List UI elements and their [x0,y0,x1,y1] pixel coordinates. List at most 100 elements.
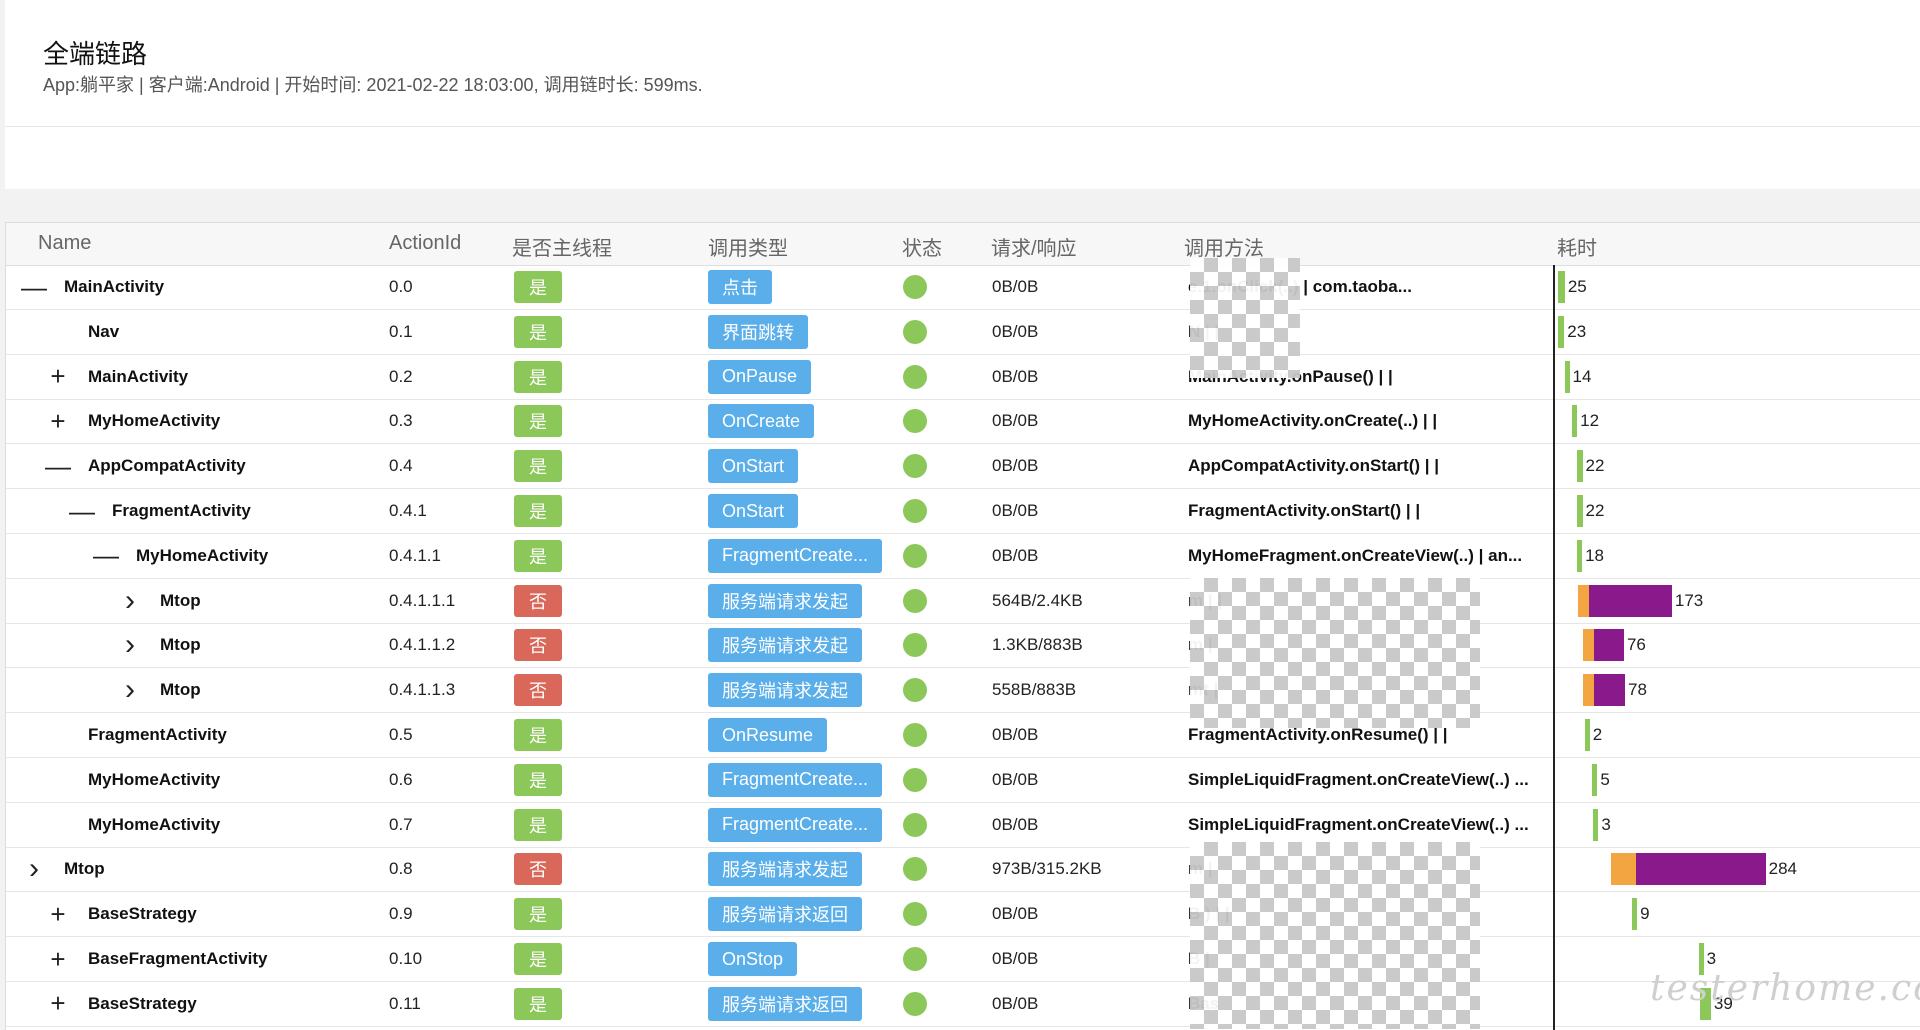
expand-icon[interactable]: + [44,399,72,443]
req-resp-size: 0B/0B [992,725,1039,744]
status-ok-icon [903,857,927,882]
action-id: 0.11 [389,993,421,1013]
expand-icon[interactable]: + [44,982,72,1026]
table-row[interactable]: — MyHomeActivity 0.4.1.1 是 FragmentCreate...… [6,534,1920,579]
duration-bar[interactable] [1584,719,1590,751]
table-row[interactable]: ›Mtop0.8否服务端请求发起973B/315.2KBm |284 [6,847,1920,893]
chevron-right-icon[interactable]: › [116,579,144,623]
expand-icon[interactable]: + [44,937,72,981]
table-row[interactable]: — FragmentActivity 0.4.1 是 OnStart 0B/0B Fragm… [6,489,1920,534]
duration-bar-send[interactable] [1610,853,1636,886]
column-header-req-resp[interactable]: 请求/响应 [991,232,1077,261]
column-header-call-type[interactable]: 调用类型 [708,232,788,261]
call-type-badge: OnStart [708,449,799,484]
call-type-badge: 界面跳转 [708,314,808,349]
duration-label: 284 [1768,859,1798,879]
action-id: 0.10 [389,949,423,968]
duration-label: 78 [1628,680,1647,700]
row-name: MyHomeActivity [88,769,221,789]
table-row[interactable]: + MyHomeActivity 0.3 是 OnCreate 0B/0B MyHomeAc… [6,399,1920,445]
duration-bar[interactable] [1558,315,1565,348]
duration-bar-send[interactable] [1582,674,1594,707]
main-thread-badge: 是 [514,808,562,841]
name-cell: — FragmentActivity [6,489,386,533]
name-cell: + MyHomeActivity [6,399,386,443]
table-row[interactable]: MyHomeActivity 0.7 是 FragmentCreate... 0B/0B… [6,803,1920,848]
duration-bar[interactable] [1572,405,1578,438]
row-name: MyHomeActivity [136,545,269,565]
duration-bar[interactable] [1558,271,1565,303]
row-name: FragmentActivity [112,501,251,520]
method-name: FragmentActivity.onStart() | | [1188,501,1421,520]
row-name: FragmentActivity [88,725,227,744]
chevron-right-icon[interactable]: › [116,623,144,667]
status-ok-icon [903,902,927,927]
table-row[interactable]: Nav0.1是界面跳转0B/0BN | |23 [6,310,1920,355]
duration-bar[interactable] [1593,808,1599,841]
table-header: Name ActionId 是否主线程 调用类型 状态 请求/响应 调用方法 耗… [6,223,1920,266]
status-ok-icon [903,409,927,434]
table-row[interactable]: ›Mtop0.4.1.1.2否服务端请求发起1.3KB/883Bm |76 [6,623,1920,669]
duration-axis [1553,265,1555,1030]
column-header-method[interactable]: 调用方法 [1184,232,1264,261]
column-header-status[interactable]: 状态 [902,232,942,261]
duration-bar[interactable] [1564,360,1570,393]
duration-bar-wait[interactable] [1589,584,1672,617]
table-row[interactable]: +BaseStrategy0.11是服务端请求返回0B/0BBas39 [6,982,1920,1027]
duration-bar[interactable] [1576,495,1583,527]
column-header-main-thread[interactable]: 是否主线程 [512,232,612,261]
table-row[interactable]: +BaseFragmentActivity0.10是OnStop0B/0BB |… [6,937,1920,982]
duration-cell: 22 [1554,489,1920,533]
action-id: 0.0 [389,277,413,296]
expand-icon[interactable]: + [44,355,72,399]
status-ok-icon [903,812,927,837]
duration-bar-send[interactable] [1577,584,1590,617]
main-thread-badge: 否 [514,584,562,617]
req-resp-size: 0B/0B [992,769,1039,789]
duration-bar[interactable] [1632,898,1638,931]
table-row[interactable]: — AppCompatActivity 0.4 是 OnStart 0B/0B AppCom… [6,444,1920,490]
table-row[interactable]: + MainActivity0.2 是 OnPause 0B/0B MainActivit… [6,355,1920,400]
collapse-icon[interactable]: — [44,444,72,488]
table-row[interactable]: +BaseStrategy0.9是服务端请求返回0B/0BB ) | |9 [6,892,1920,938]
status-ok-icon [903,454,927,479]
duration-bar-send[interactable] [1582,629,1594,662]
row-name: MainActivity [64,277,165,296]
req-resp-size: 0B/0B [992,411,1039,431]
column-header-duration[interactable]: 耗时 [1557,232,1597,261]
table-row[interactable]: ›Mtop0.4.1.1.3否服务端请求发起558B/883Bmt |78 [6,668,1920,714]
main-thread-badge: 是 [514,405,562,438]
call-type-badge: FragmentCreate... [708,762,883,797]
duration-bar[interactable] [1577,539,1583,572]
expand-icon[interactable]: + [44,892,72,936]
action-id: 0.4.1.1.2 [389,635,456,655]
action-id: 0.9 [389,904,413,924]
duration-bar-wait[interactable] [1593,629,1624,662]
row-name: BaseStrategy [88,904,197,924]
table-row[interactable]: ›Mtop0.4.1.1.1否服务端请求发起564B/2.4KBm | |173 [6,579,1920,624]
chevron-right-icon[interactable]: › [20,847,48,891]
req-resp-size: 564B/2.4KB [992,590,1083,610]
duration-bar-wait[interactable] [1635,853,1766,886]
header-card: 全端链路 App:躺平家 | 客户端:Android | 开始时间: 2021-… [5,0,1920,127]
method-name: MyHomeFragment.onCreateView(..) | an... [1188,545,1523,565]
collapse-icon[interactable]: — [20,265,48,309]
status-ok-icon [903,767,927,792]
duration-bar[interactable] [1592,763,1598,796]
collapse-icon[interactable]: — [92,534,120,578]
duration-bar-wait[interactable] [1593,674,1626,707]
main-thread-badge: 否 [514,853,562,886]
table-row[interactable]: FragmentActivity 0.5 是 OnResume 0B/0B Fragmen… [6,713,1920,758]
table-row[interactable]: —MainActivity0.0是点击0B/0Be.1.onClick(..) … [6,265,1920,310]
column-header-action-id[interactable]: ActionId [389,232,461,255]
table-row[interactable]: MyHomeActivity 0.6 是 FragmentCreate... 0B/0B… [6,758,1920,803]
duration-cell: 284 [1554,847,1920,891]
status-ok-icon [903,991,927,1016]
chevron-right-icon[interactable]: › [116,668,144,712]
column-header-name[interactable]: Name [38,232,91,255]
call-type-badge: OnStart [708,494,799,528]
collapse-icon[interactable]: — [68,489,96,533]
duration-bar[interactable] [1576,450,1583,483]
action-id: 0.2 [389,366,413,386]
duration-label: 22 [1585,501,1605,520]
